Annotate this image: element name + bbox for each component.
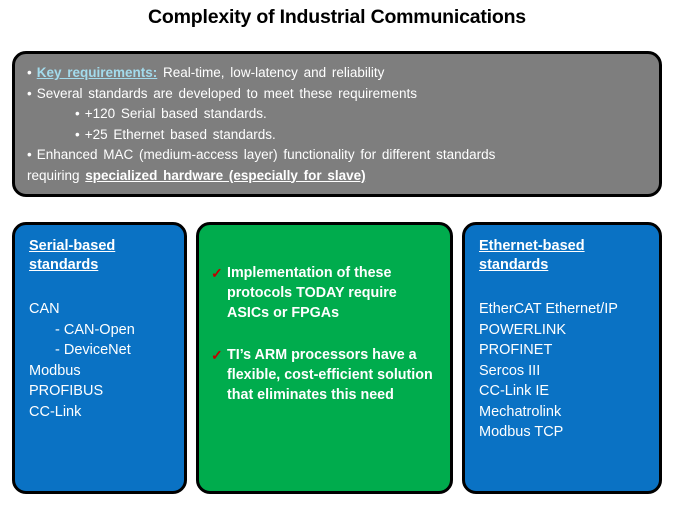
serial-standard-item: PROFIBUS: [29, 383, 104, 399]
key-requirements-panel: Key requirements: Real-time, low-latency…: [12, 51, 662, 197]
check-icon: ✓: [211, 265, 223, 281]
gray-subline-serial-count: +120 Serial based standards.: [27, 104, 647, 125]
gray-line-key-requirements: Key requirements: Real-time, low-latency…: [27, 63, 647, 84]
ethernet-panel-heading: Ethernet-based standards: [479, 238, 585, 273]
check-list-item: ✓ TI’s ARM processors have a flexible, co…: [211, 345, 436, 405]
ethernet-standard-item: POWERLINK: [479, 321, 567, 338]
check-list-item-label: Implementation of these protocols TODAY …: [227, 265, 397, 321]
gray-subline-ethernet-count: +25 Ethernet based standards.: [27, 125, 647, 146]
ti-solution-checklist: ✓ Implementation of these protocols TODAY…: [211, 263, 436, 405]
serial-standard-item: - DeviceNet: [55, 342, 131, 358]
gray-line-several-standards: Several standards are developed to meet …: [27, 84, 647, 105]
serial-standard-item: Modbus: [29, 362, 81, 379]
key-requirements-rest: Real-time, low-latency and reliability: [163, 65, 385, 80]
check-list-item-label: TI’s ARM processors have a flexible, cos…: [227, 347, 433, 403]
serial-standard-item: CC-Link: [29, 403, 82, 420]
ethernet-standard-item: EtherCAT Ethernet/IP: [479, 301, 618, 317]
specialized-hardware-emphasis: specialized hardware (especially for sla…: [85, 167, 366, 183]
requiring-prefix: requiring: [27, 167, 86, 183]
check-list-item: ✓ Implementation of these protocols TODAY…: [211, 263, 436, 323]
ethernet-standard-item: Sercos III: [479, 362, 541, 379]
key-requirements-emphasis: Key requirements:: [36, 65, 158, 80]
ethernet-standard-item: Mechatrolink: [479, 403, 562, 420]
serial-standard-item: - CAN-Open: [55, 321, 135, 338]
gray-line-requiring-hardware: requiring specialized hardware (especial…: [27, 166, 647, 187]
page-title: Complexity of Industrial Communications: [148, 6, 526, 28]
ethernet-standards-list: EtherCAT Ethernet/IP POWERLINK PROFINET Ser…: [479, 299, 649, 443]
serial-based-standards-panel: Serial-based standards CAN - CAN-Open - De…: [12, 222, 187, 494]
serial-panel-heading: Serial-based standards: [29, 238, 116, 273]
serial-standards-list: CAN - CAN-Open - DeviceNet Modbus PROFIBUS CC…: [29, 299, 174, 422]
ethernet-standard-item: CC-Link IE: [479, 383, 550, 399]
serial-standard-item: CAN: [29, 301, 60, 317]
ethernet-based-standards-panel: Ethernet-based standards EtherCAT Ethern…: [462, 222, 662, 494]
ti-solution-panel: ✓ Implementation of these protocols TODAY…: [196, 222, 453, 494]
ethernet-standard-item: PROFINET: [479, 342, 553, 358]
check-icon: ✓: [211, 347, 223, 363]
gray-line-enhanced-mac: Enhanced MAC (medium-access layer) funct…: [27, 145, 647, 166]
ethernet-standard-item: Modbus TCP: [479, 424, 564, 440]
